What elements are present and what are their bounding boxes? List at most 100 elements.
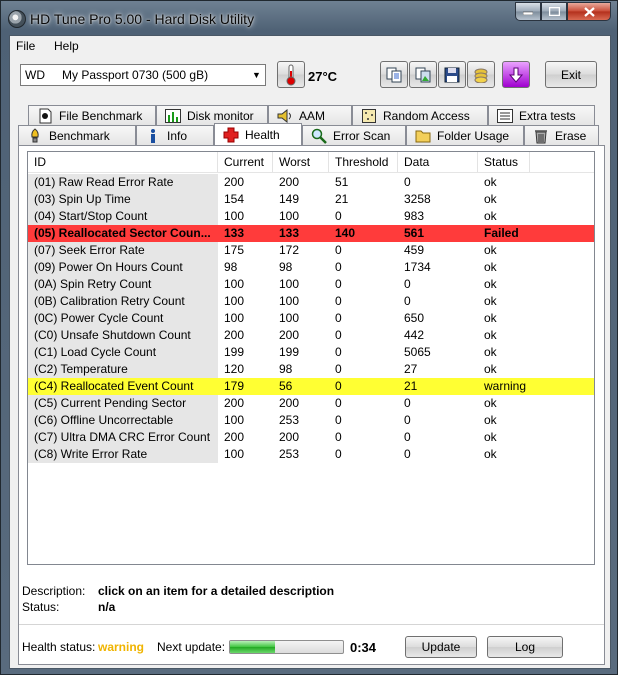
cell-id: (C1) Load Cycle Count — [28, 344, 218, 361]
cell-worst: 199 — [279, 345, 300, 359]
cell-id: (C2) Temperature — [28, 361, 218, 378]
countdown: 0:34 — [350, 640, 377, 655]
tab-info[interactable]: Info — [136, 125, 214, 145]
cell-id: (C0) Unsafe Shutdown Count — [28, 327, 218, 344]
status-label: Status: — [22, 600, 60, 614]
update-button[interactable]: Update — [405, 636, 477, 658]
cell-current: 100 — [224, 294, 245, 308]
cell-worst: 172 — [279, 243, 300, 257]
download-button[interactable] — [502, 61, 530, 88]
tab-label: Error Scan — [333, 128, 391, 143]
temperature-button[interactable] — [277, 61, 305, 88]
table-row[interactable]: (C6) Offline Uncorrectable 100 253 0 0 ok — [28, 412, 594, 429]
title-bar[interactable]: HD Tune Pro 5.00 - Hard Disk Utility — [1, 1, 617, 35]
cell-status: ok — [484, 175, 497, 189]
close-button[interactable] — [567, 2, 611, 21]
table-row[interactable]: (04) Start/Stop Count 100 100 0 983 ok — [28, 208, 594, 225]
maximize-button[interactable] — [541, 2, 567, 21]
drive-select[interactable]: WD My Passport 0730 (500 gB) ▼ — [20, 64, 266, 86]
menu-help-label: Help — [54, 39, 79, 53]
cell-id: (C5) Current Pending Sector — [28, 395, 218, 412]
table-row[interactable]: (C7) Ultra DMA CRC Error Count 200 200 0 0 ok — [28, 429, 594, 446]
thermometer-icon — [286, 64, 296, 85]
tab-random-access[interactable]: Random Access — [352, 105, 488, 125]
cell-threshold: 140 — [335, 226, 356, 240]
copy-text-button[interactable] — [380, 61, 408, 88]
table-row[interactable]: (0A) Spin Retry Count 100 100 0 0 ok — [28, 276, 594, 293]
table-row[interactable]: (0B) Calibration Retry Count 100 100 0 0 ok — [28, 293, 594, 310]
log-button[interactable]: Log — [487, 636, 563, 658]
column-header-id[interactable]: ID — [28, 152, 218, 172]
cell-worst: 98 — [279, 362, 293, 376]
tab-benchmark[interactable]: Benchmark — [18, 125, 136, 145]
table-row[interactable]: (07) Seek Error Rate 175 172 0 459 ok — [28, 242, 594, 259]
menu-help[interactable]: Help — [54, 39, 79, 53]
table-row[interactable]: (C5) Current Pending Sector 200 200 0 0 ok — [28, 395, 594, 412]
tab-extra-tests[interactable]: Extra tests — [488, 105, 595, 125]
cell-status: ok — [484, 243, 497, 257]
tab-row-bottom: Benchmark Info Health Error Scan Folder … — [18, 123, 605, 145]
column-header-data[interactable]: Data — [398, 152, 478, 172]
minimize-button[interactable] — [515, 2, 541, 21]
column-header-current[interactable]: Current — [218, 152, 273, 172]
tab-label: Erase — [555, 128, 587, 143]
client-area: File Help WD My Passport 0730 (500 gB) ▼… — [9, 35, 611, 669]
tab-disk-monitor[interactable]: Disk monitor — [156, 105, 268, 125]
cell-current: 133 — [224, 226, 245, 240]
window-title: HD Tune Pro 5.00 - Hard Disk Utility — [30, 11, 255, 27]
options-button[interactable] — [467, 61, 495, 88]
cell-data: 3258 — [404, 192, 431, 206]
tab-label: Info — [167, 128, 188, 143]
table-row[interactable]: (09) Power On Hours Count 98 98 0 1734 ok — [28, 259, 594, 276]
table-row[interactable]: (05) Reallocated Sector Coun... 133 133 140… — [28, 225, 594, 242]
app-window: HD Tune Pro 5.00 - Hard Disk Utility Fil… — [0, 0, 618, 675]
cell-data: 0 — [404, 175, 411, 189]
cell-current: 179 — [224, 379, 245, 393]
table-row[interactable]: (C1) Load Cycle Count 199 199 0 5065 ok — [28, 344, 594, 361]
table-row[interactable]: (C0) Unsafe Shutdown Count 200 200 0 442 ok — [28, 327, 594, 344]
magnifier-icon — [311, 128, 327, 144]
table-row[interactable]: (C8) Write Error Rate 100 253 0 0 ok — [28, 446, 594, 463]
column-header-threshold[interactable]: Threshold — [329, 152, 398, 172]
file-benchmark-icon — [37, 108, 53, 124]
tab-label: Disk monitor — [187, 108, 254, 123]
table-row[interactable]: (03) Spin Up Time 154 149 21 3258 ok — [28, 191, 594, 208]
tab-aam[interactable]: AAM — [268, 105, 352, 125]
exit-button[interactable]: Exit — [545, 61, 597, 88]
tab-erase[interactable]: Erase — [524, 125, 599, 145]
chevron-down-icon: ▼ — [252, 70, 261, 80]
table-row[interactable]: (C2) Temperature 120 98 0 27 ok — [28, 361, 594, 378]
divider — [19, 624, 604, 625]
drive-maker: WD — [25, 68, 45, 82]
tab-label: Extra tests — [519, 108, 576, 123]
save-button[interactable] — [438, 61, 466, 88]
tab-label: Health — [245, 127, 280, 142]
tab-error-scan[interactable]: Error Scan — [302, 125, 406, 145]
cell-current: 100 — [224, 277, 245, 291]
tab-folder-usage[interactable]: Folder Usage — [406, 125, 524, 145]
tab-file-benchmark[interactable]: File Benchmark — [28, 105, 156, 125]
cell-worst: 133 — [279, 226, 300, 240]
table-row[interactable]: (01) Raw Read Error Rate 200 200 51 0 ok — [28, 174, 594, 191]
tab-health[interactable]: Health — [214, 123, 302, 145]
speaker-icon — [277, 108, 293, 124]
cell-id: (04) Start/Stop Count — [28, 208, 218, 225]
tab-label: Folder Usage — [437, 128, 510, 143]
column-header-status[interactable]: Status — [478, 152, 530, 172]
table-row[interactable]: (0C) Power Cycle Count 100 100 0 650 ok — [28, 310, 594, 327]
cell-worst: 100 — [279, 277, 300, 291]
column-header-worst[interactable]: Worst — [273, 152, 329, 172]
next-update-label: Next update: — [157, 640, 226, 654]
update-progress-bar — [229, 640, 344, 654]
disk-monitor-icon — [165, 108, 181, 124]
cell-data: 650 — [404, 311, 425, 325]
cell-status: ok — [484, 294, 497, 308]
arrow-down-icon — [509, 67, 523, 83]
table-row[interactable]: (C4) Reallocated Event Count 179 56 0 21 warn… — [28, 378, 594, 395]
smart-table[interactable]: ID Current Worst Threshold Data Status (… — [27, 151, 595, 565]
cell-data: 5065 — [404, 345, 431, 359]
caption-buttons — [515, 2, 611, 22]
menu-file[interactable]: File — [16, 39, 35, 53]
cell-worst: 100 — [279, 294, 300, 308]
copy-screenshot-button[interactable] — [409, 61, 437, 88]
